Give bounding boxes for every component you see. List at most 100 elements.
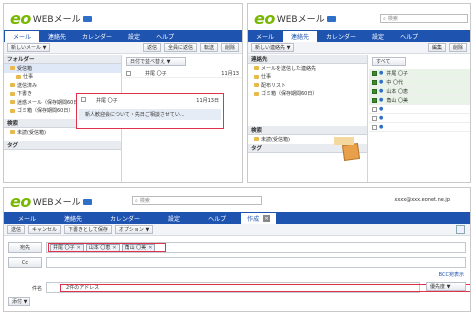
trash-icon [10, 108, 15, 113]
send-button[interactable]: 送信 [7, 225, 26, 234]
group-distribution[interactable]: 配布リスト [248, 81, 367, 90]
spam-icon [10, 100, 15, 105]
group-work[interactable]: 仕事 [248, 73, 367, 82]
group-trash[interactable]: ゴミ箱（保存期間60日） [248, 90, 367, 99]
message-sender: 井尾 〇子 [145, 70, 167, 77]
contact-checkbox[interactable] [372, 106, 377, 112]
tab-calendar[interactable]: カレンダー [318, 30, 364, 42]
search-folder-icon [10, 130, 15, 135]
person-icon: ● [379, 115, 384, 121]
contact-row[interactable]: ● 中 〇代 [369, 78, 470, 87]
dragged-message-highlight: 井尾 〇子 11月13日 新人歓迎会について・先日ご相談させてい... [76, 93, 224, 129]
compose-toolbar: 送信 キャンセル 下書きとして保存 オプション ▼ [4, 224, 470, 236]
mail-panel: eo WEBメール メール 連絡先 カレンダー 設定 ヘルプ 新しいメール ▼ … [3, 3, 243, 183]
dragged-message-subject: 新人歓迎会について・先日ご相談させてい... [79, 109, 221, 120]
contact-list: すべて ● 井尾 〇子 ● 中 〇代 ● 山本 〇恵 ● 角山 〇美 ● ● ● [369, 55, 470, 182]
contact-row[interactable]: ● 山本 〇恵 [369, 87, 470, 96]
subject-label: 件名 [32, 286, 43, 292]
close-icon[interactable]: ✕ [263, 215, 271, 222]
contact-row[interactable]: ● [369, 123, 470, 132]
tab-contacts[interactable]: 連絡先 [282, 30, 319, 42]
main-nav: メール 連絡先 カレンダー 設定 ヘルプ [4, 30, 242, 42]
person-icon: ● [379, 124, 384, 130]
tab-mail[interactable]: メール [4, 212, 50, 224]
contact-checkbox[interactable] [372, 97, 377, 103]
attach-button[interactable]: 添付 ▼ [8, 297, 30, 306]
tab-contacts[interactable]: 連絡先 [50, 212, 96, 224]
tab-calendar[interactable]: カレンダー [74, 30, 120, 42]
folder-inbox[interactable]: 受信箱 [4, 64, 121, 73]
compose-panel: eo WEBメール ⌕ 検索 xxxx@xxx.eonet.ne.jp メール … [3, 187, 471, 312]
search-unread[interactable]: 未読(受信箱) [4, 128, 121, 137]
tab-contacts[interactable]: 連絡先 [40, 30, 74, 42]
folder-sent[interactable]: 送信済み [4, 81, 121, 90]
tab-settings[interactable]: 設定 [364, 30, 392, 42]
cc-field[interactable] [46, 257, 466, 268]
reply-all-button[interactable]: 全員に返信 [163, 43, 197, 52]
contacts-toolbar: 新しい連絡先 ▼ 編集 削除 [248, 42, 470, 54]
tab-help[interactable]: ヘルプ [148, 30, 182, 42]
contact-checkbox[interactable] [372, 124, 377, 130]
subject-highlight [60, 284, 470, 292]
tab-settings[interactable]: 設定 [120, 30, 148, 42]
person-icon: ● [379, 70, 384, 76]
account-address: xxxx@xxx.eonet.ne.jp [394, 197, 450, 203]
contact-checkbox[interactable] [372, 79, 377, 85]
group-sent-contacts[interactable]: メールを送信した連絡先 [248, 64, 367, 73]
new-mail-button[interactable]: 新しいメール ▼ [7, 43, 51, 52]
to-button[interactable]: 宛先 [8, 242, 42, 253]
delete-button[interactable]: 削除 [448, 43, 467, 52]
save-draft-button[interactable]: 下書きとして保存 [64, 225, 112, 234]
folder-work[interactable]: 仕事 [4, 73, 121, 82]
forward-button[interactable]: 転送 [199, 43, 218, 52]
contact-row[interactable]: ● 角山 〇美 [369, 96, 470, 105]
bcc-link[interactable]: BCC宛表示 [439, 271, 464, 278]
distribution-list-icon [254, 83, 259, 88]
row-checkbox[interactable] [126, 70, 131, 76]
tab-compose[interactable]: 作成 ✕ [240, 212, 278, 224]
tab-help[interactable]: ヘルプ [194, 212, 240, 224]
tab-mail[interactable]: メール [248, 30, 282, 42]
dragged-checkbox [81, 97, 86, 102]
mail-icon [82, 198, 92, 205]
brand-logo: eo WEBメール [10, 9, 92, 28]
main-nav: メール 連絡先 カレンダー 設定 ヘルプ [248, 30, 470, 42]
contact-row[interactable]: ● [369, 105, 470, 114]
contact-row[interactable]: ● 井尾 〇子 [369, 69, 470, 78]
contacts-header: 連絡先 [248, 55, 367, 64]
cancel-button[interactable]: キャンセル [28, 225, 62, 234]
reply-button[interactable]: 返信 [142, 43, 161, 52]
contact-group-icon [254, 66, 259, 71]
edit-button[interactable]: 編集 [427, 43, 446, 52]
new-contact-button[interactable]: 新しい連絡先 ▼ [251, 43, 295, 52]
contact-row[interactable]: ● [369, 114, 470, 123]
contacts-panel: eo WEBメール ⌕ 検索 メール 連絡先 カレンダー 設定 ヘルプ 新しい連… [247, 3, 471, 183]
tab-help[interactable]: ヘルプ [392, 30, 426, 42]
cc-button[interactable]: Cc [8, 257, 42, 268]
contact-checkbox[interactable] [372, 88, 377, 94]
contact-checkbox[interactable] [372, 70, 377, 76]
search-input[interactable]: ⌕ 検索 [132, 196, 262, 205]
person-icon: ● [379, 106, 384, 112]
search-input[interactable]: ⌕ 検索 [380, 14, 468, 23]
message-row[interactable]: 井尾 〇子 11月13 [123, 69, 242, 78]
expand-icon[interactable] [456, 225, 465, 234]
mail-toolbar: 新しいメール ▼ 返信 全員に返信 転送 削除 [4, 42, 242, 54]
contact-checkbox[interactable] [372, 115, 377, 121]
contact-group-icon [254, 74, 259, 79]
person-icon: ● [379, 97, 384, 103]
tab-mail[interactable]: メール [4, 30, 41, 42]
delete-button[interactable]: 削除 [220, 43, 239, 52]
brand-logo: eo WEBメール [10, 192, 92, 211]
drag-contact-icon [341, 142, 361, 162]
tab-calendar[interactable]: カレンダー [96, 212, 154, 224]
priority-dropdown[interactable]: 優先度 ▼ [426, 282, 466, 291]
options-dropdown[interactable]: オプション ▼ [114, 225, 154, 234]
folder-header: フォルダー [4, 55, 121, 64]
trash-icon [254, 91, 259, 96]
sort-dropdown[interactable]: 日付で並べ替え ▼ [126, 57, 186, 66]
message-date: 11月13 [221, 70, 239, 77]
filter-all-dropdown[interactable]: すべて [372, 57, 406, 66]
tab-settings[interactable]: 設定 [154, 212, 194, 224]
folder-icon [16, 74, 21, 79]
